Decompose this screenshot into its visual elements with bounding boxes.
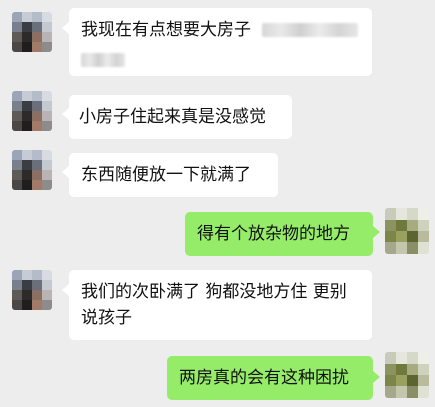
chat-bubble-outgoing[interactable]: 得有个放杂物的地方 xyxy=(185,212,373,256)
bubble-tail xyxy=(62,22,69,34)
bubble-tail xyxy=(62,284,69,296)
chat-bubble-incoming[interactable]: 我现在有点想要大房子 xyxy=(69,8,372,76)
chat-bubble-incoming[interactable]: 东西随便放一下就满了 xyxy=(69,153,278,197)
message-text: 得有个放杂物的地方 xyxy=(197,224,350,244)
contact-avatar[interactable] xyxy=(12,150,52,190)
bubble-tail xyxy=(62,108,69,120)
message-text-line-1: 我们的次卧满了 狗都没地方住 更别 xyxy=(81,282,347,302)
message-text: 东西随便放一下就满了 xyxy=(81,165,251,185)
redacted-text xyxy=(81,53,125,67)
bubble-tail xyxy=(62,166,69,178)
message-text: 我现在有点想要大房子 xyxy=(81,20,251,40)
message-text: 两房真的会有这种困扰 xyxy=(179,368,349,388)
message-text-line-2: 说孩子 xyxy=(81,308,132,328)
bubble-tail xyxy=(373,371,380,383)
user-avatar[interactable] xyxy=(385,352,429,398)
user-avatar[interactable] xyxy=(385,208,429,254)
chat-bubble-incoming[interactable]: 小房子住起来真是没感觉 xyxy=(69,95,292,139)
contact-avatar[interactable] xyxy=(12,270,52,310)
message-text: 小房子住起来真是没感觉 xyxy=(79,107,266,127)
contact-avatar[interactable] xyxy=(12,91,52,131)
contact-avatar[interactable] xyxy=(12,12,52,52)
redacted-text xyxy=(262,23,359,37)
chat-bubble-incoming[interactable]: 我们的次卧满了 狗都没地方住 更别 说孩子 xyxy=(69,270,372,340)
bubble-tail xyxy=(373,226,380,238)
chat-bubble-outgoing[interactable]: 两房真的会有这种困扰 xyxy=(167,356,373,400)
